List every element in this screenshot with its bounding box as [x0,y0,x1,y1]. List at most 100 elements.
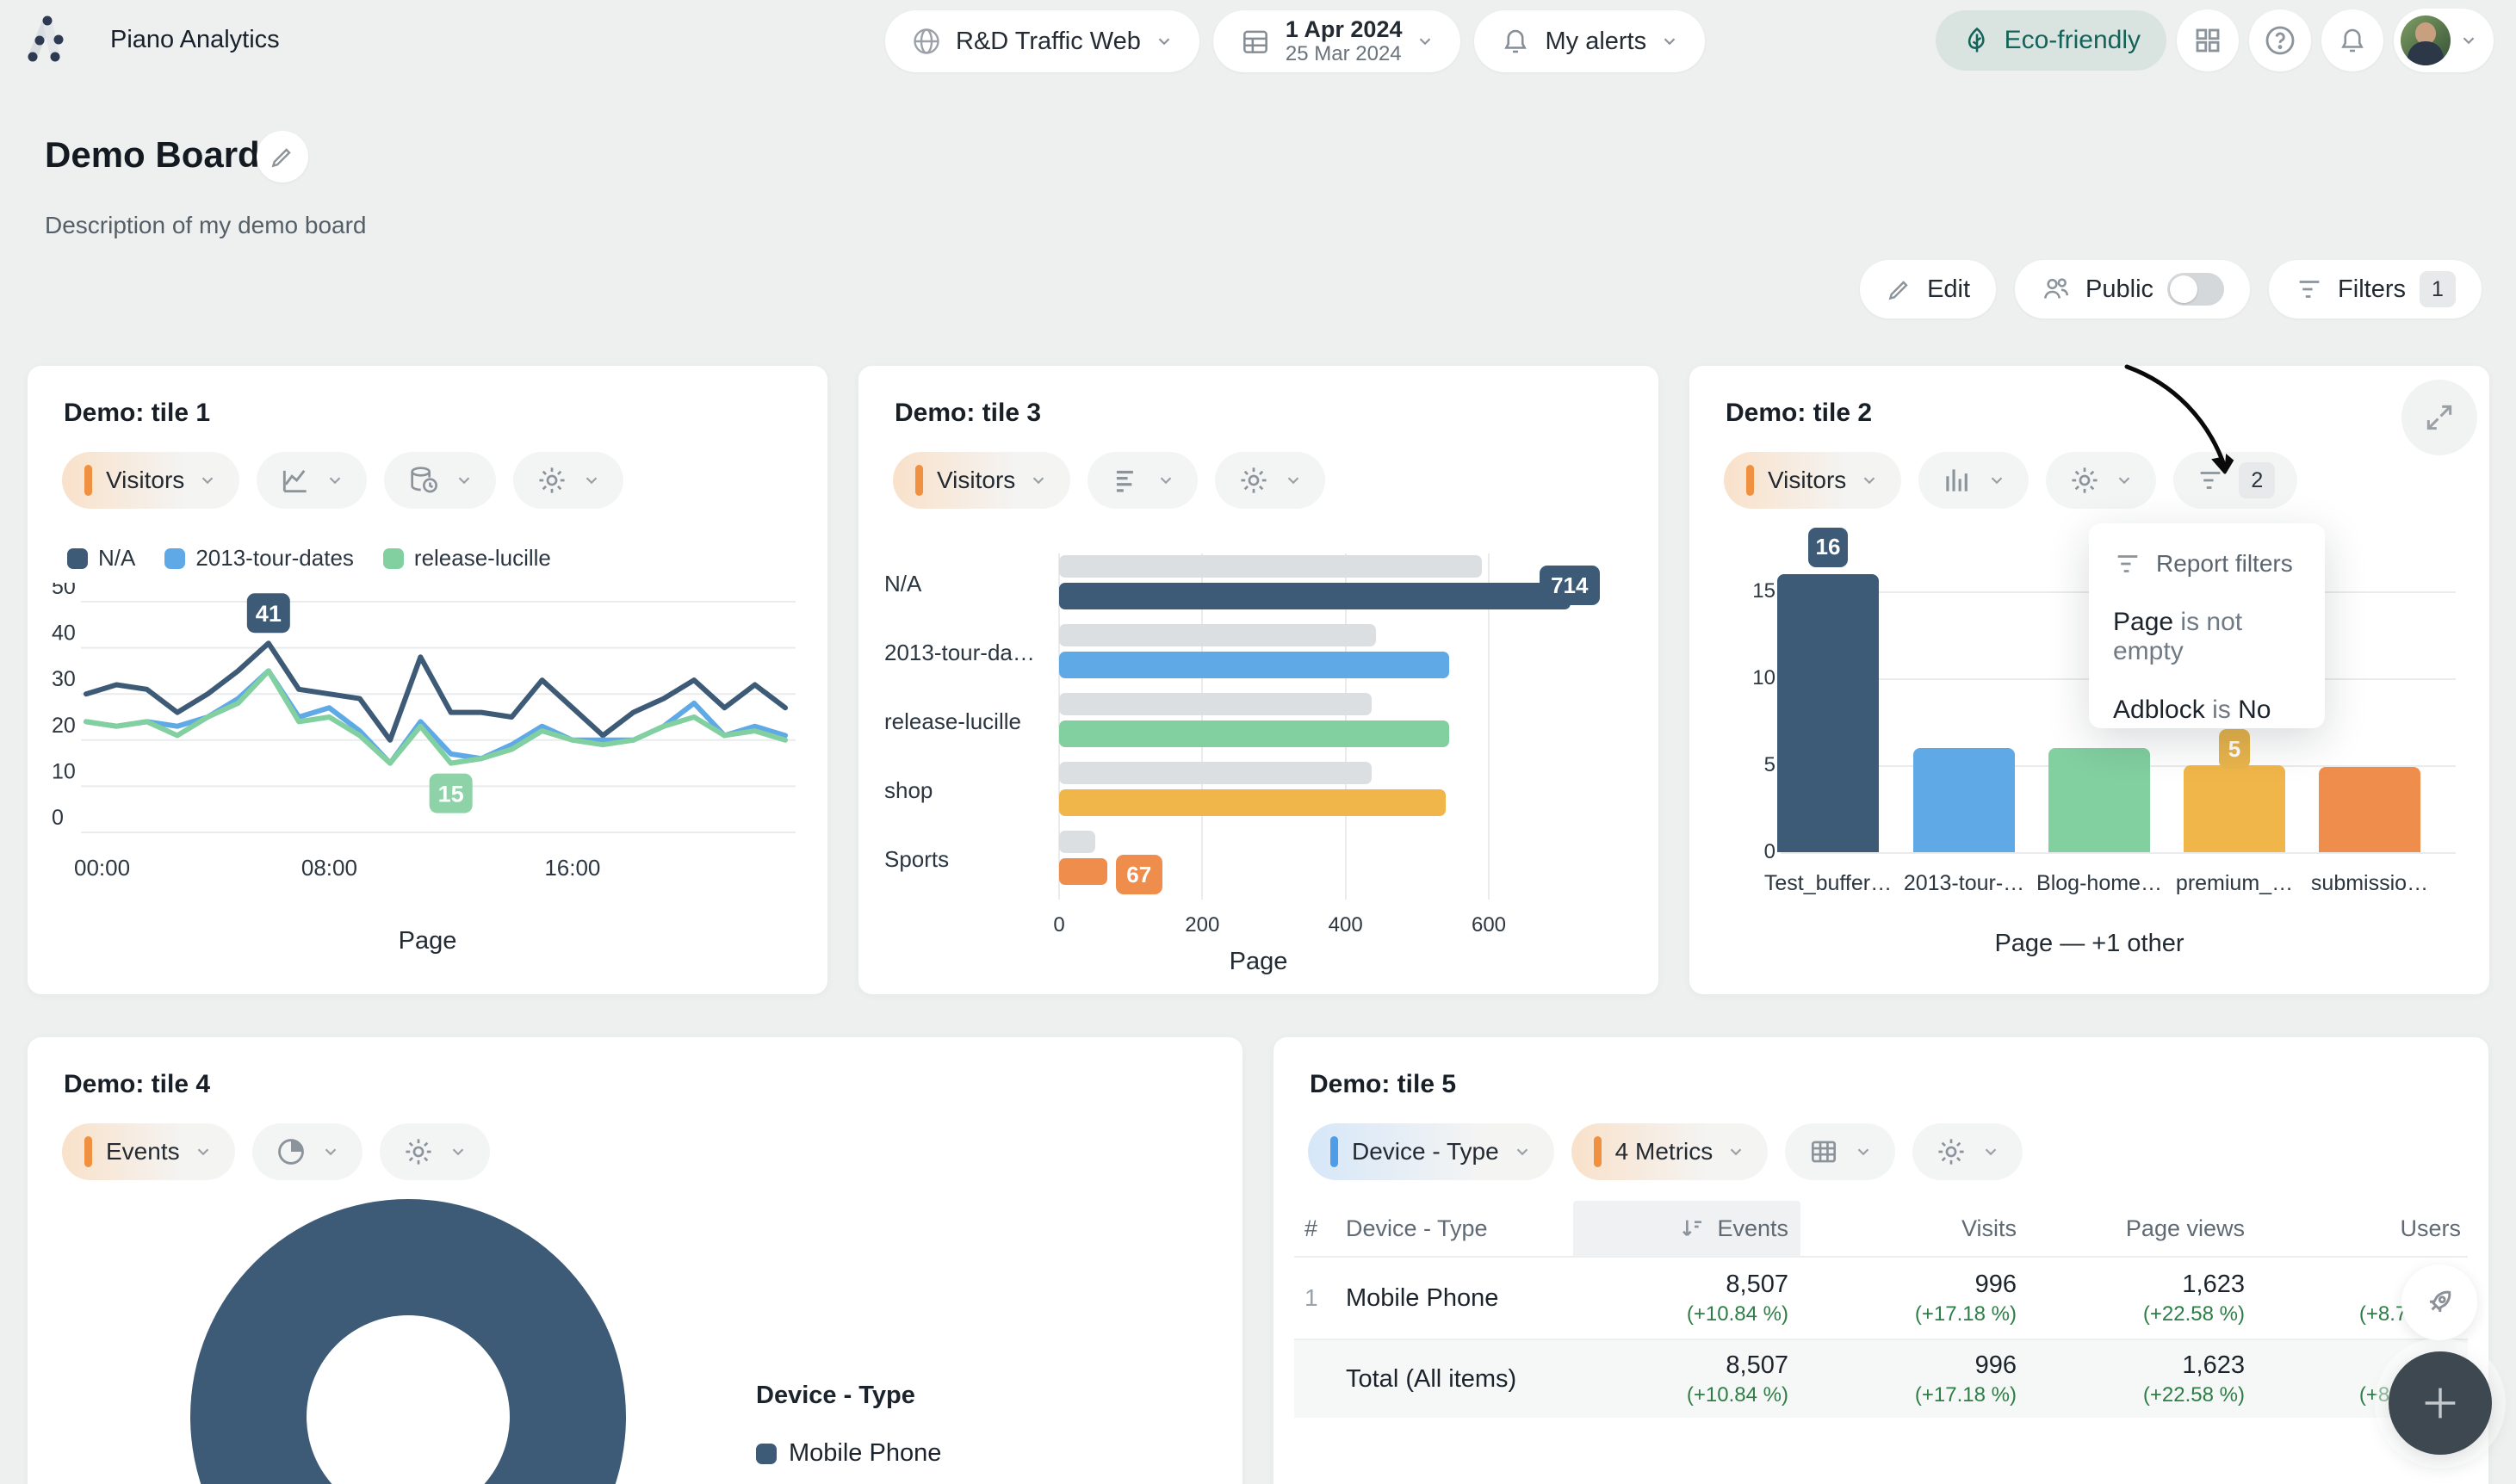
settings-selector[interactable] [513,452,624,509]
chevron-down-icon [1730,1148,1742,1156]
metric-selector-visitors[interactable]: Visitors [1724,452,1902,509]
value-bar[interactable] [1059,583,1571,609]
legend-item[interactable]: release-lucille [382,545,551,572]
chart-type-selector[interactable] [257,452,368,509]
value-bar[interactable] [1059,652,1450,678]
column-header-users[interactable]: Users [2257,1215,2468,1242]
my-alerts-button[interactable]: My alerts [1474,10,1706,72]
comparison-bar[interactable] [1059,831,1095,853]
tile-title: Demo: tile 4 [64,1070,211,1098]
column-header-visits[interactable]: Visits [1800,1215,2029,1242]
site-selector[interactable]: R&D Traffic Web [885,10,1199,72]
date-range-picker[interactable]: 1 Apr 2024 25 Mar 2024 [1212,10,1461,72]
settings-selector[interactable] [1912,1123,2023,1180]
chart-type-selector[interactable] [251,1123,363,1180]
bar-chart-horizontal[interactable]: 0 200 400 600 N/A 2013-tour-da… release-lucill… [884,553,1633,958]
edit-board-button[interactable]: Edit [1860,260,1997,318]
rocket-icon [2429,1290,2451,1313]
legend-item[interactable]: 2013-tour-dates [164,545,354,572]
eco-friendly-badge[interactable]: Eco-friendly [1935,10,2166,71]
dimension-selector[interactable]: Device - Type [1308,1123,1554,1180]
data-label: 714 [1539,566,1600,605]
table-row[interactable]: 1 Mobile Phone 8,507 (+10.84 %) 996 (+17.1… [1294,1256,2468,1339]
popup-title: Report filters [2156,550,2293,577]
calendar-icon [1243,30,1267,53]
pencil-icon [1888,281,1908,300]
user-menu[interactable] [2394,9,2494,72]
gear-icon [406,1139,431,1165]
value-bar[interactable] [2184,765,2285,852]
column-header-rank[interactable]: # [1294,1215,1346,1242]
comparison-bar[interactable] [1059,624,1377,646]
settings-selector[interactable] [1215,452,1326,509]
x-category-label: Blog-home… [2036,871,2162,895]
svg-text:30: 30 [52,667,76,691]
public-toggle[interactable] [2167,273,2225,306]
comparison-bar[interactable] [1059,555,1482,578]
gear-icon [539,467,565,493]
edit-title-button[interactable] [257,131,308,182]
metric-selector-events[interactable]: Events [62,1123,235,1180]
legend-swatch [382,547,404,569]
donut-chart[interactable] [190,1199,626,1484]
chart-type-selector[interactable] [1088,452,1199,509]
data-source-selector[interactable] [384,452,497,509]
metric-selector-visitors[interactable]: Visitors [62,452,240,509]
settings-selector[interactable] [379,1123,490,1180]
value-bar[interactable] [1777,573,1879,852]
chart-type-selector[interactable] [1918,452,2030,509]
filters-button[interactable]: Filters 1 [2269,260,2482,318]
data-table: # Device - Type Events Visits Page views… [1294,1201,2468,1418]
chevron-down-icon [452,1148,463,1156]
metric-accent [1746,465,1754,496]
x-axis-title: Page [1229,948,1288,975]
column-header-dimension[interactable]: Device - Type [1346,1215,1573,1242]
svg-text:40: 40 [52,621,76,646]
line-chart[interactable]: 50 40 30 20 10 0 41 15 00:00 08:00 16:00 [50,575,808,890]
value-bar[interactable] [1913,747,2015,852]
metric-selector-visitors[interactable]: Visitors [893,452,1071,509]
x-category-label: premium_… [2175,871,2294,895]
value-bar[interactable] [1059,720,1450,747]
apps-menu-button[interactable] [2177,9,2239,71]
globe-icon [914,28,939,54]
my-alerts-label: My alerts [1545,27,1647,55]
chevron-down-icon [1516,1148,1528,1156]
column-header-events[interactable]: Events [1573,1201,1800,1256]
comparison-bar[interactable] [1059,693,1373,715]
chevron-down-icon [1985,1148,1997,1156]
x-tick-label: 200 [1185,913,1220,937]
gear-icon [1241,467,1267,493]
report-filters-popup: Report filters Page is not empty Adblock… [2089,523,2325,728]
legend-swatch [164,547,186,569]
value-bar[interactable] [1059,789,1447,816]
pencil-icon [271,148,291,168]
chevron-down-icon [586,477,598,485]
public-toggle-button[interactable]: Public [2015,260,2251,318]
legend-item[interactable]: Mobile Phone [756,1439,941,1468]
help-button[interactable] [2249,9,2311,71]
table-header-row: # Device - Type Events Visits Page views… [1294,1201,2468,1256]
value-bar[interactable] [2048,747,2150,852]
piano-analytics-logo[interactable] [21,12,74,65]
category-label: Sports [884,846,950,872]
total-label: Total (All items) [1346,1364,1517,1393]
metrics-selector[interactable]: 4 Metrics [1571,1123,1769,1180]
add-tile-fab[interactable] [2389,1351,2492,1455]
value-bar[interactable] [2319,767,2420,852]
value-bar[interactable] [1059,858,1107,885]
users-icon [2044,278,2069,299]
notifications-button[interactable] [2321,9,2383,71]
svg-text:41: 41 [256,601,282,627]
legend-item[interactable]: N/A [67,545,135,572]
svg-text:10: 10 [52,759,76,783]
eco-friendly-label: Eco-friendly [2004,26,2141,54]
tile-title: Demo: tile 2 [1726,399,1873,427]
y-tick-label: 5 [1763,753,1775,776]
column-header-page-views[interactable]: Page views [2029,1215,2257,1242]
comparison-bar[interactable] [1059,762,1373,784]
row-quick-action-button[interactable] [2401,1264,2477,1340]
expand-tile-button[interactable] [2401,380,2477,455]
bell-icon [2341,28,2364,53]
chart-type-selector[interactable] [1785,1123,1896,1180]
